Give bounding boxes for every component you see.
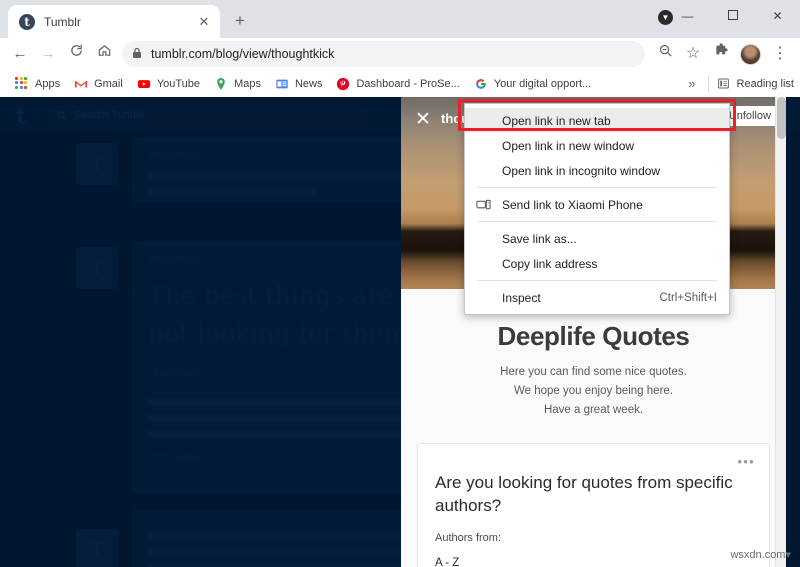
bookmark-news[interactable]: News: [268, 73, 330, 95]
reload-button[interactable]: [62, 40, 90, 68]
bookmark-label: Your digital opport...: [493, 77, 592, 90]
close-icon[interactable]: ✕: [196, 14, 212, 30]
menu-item-label: Open link in new window: [502, 138, 635, 153]
reload-icon: [70, 44, 82, 56]
gmail-icon: [74, 77, 88, 91]
blog-post-card: ••• Are you looking for quotes from spec…: [417, 442, 770, 567]
menu-separator: [477, 187, 717, 188]
post-link-a-z[interactable]: A - Z: [435, 557, 752, 567]
browser-window: t Tumblr ✕ + ▼ — ✕ ← → tumblr.com/blog/v…: [0, 0, 800, 567]
google-icon: [474, 77, 488, 91]
bookmark-gmail[interactable]: Gmail: [67, 73, 130, 95]
blog-description-line: Have a great week.: [543, 403, 644, 416]
pinterest-icon: [336, 77, 350, 91]
youtube-icon: [137, 77, 151, 91]
context-menu: Open link in new tab Open link in new wi…: [464, 103, 730, 315]
browser-menu-icon[interactable]: ⋮: [766, 40, 794, 68]
blog-description-line: Here you can find some nice quotes.: [500, 366, 687, 378]
bookmark-star-icon[interactable]: ☆: [679, 40, 707, 68]
minimize-button[interactable]: —: [665, 0, 710, 32]
back-button[interactable]: ←: [6, 40, 34, 68]
forward-button[interactable]: →: [34, 40, 62, 68]
context-menu-item-save-link-as[interactable]: Save link as...: [465, 226, 729, 251]
menu-item-accelerator: Ctrl+Shift+I: [659, 291, 717, 304]
tumblr-favicon: t: [19, 13, 35, 30]
bookmark-maps[interactable]: Maps: [207, 73, 268, 95]
lock-icon: [132, 47, 142, 62]
home-icon: [98, 45, 110, 56]
news-icon: [275, 77, 289, 91]
post-overflow-menu-icon[interactable]: •••: [737, 454, 755, 469]
bookmark-label: YouTube: [156, 77, 201, 90]
context-menu-item-open-link-new-tab[interactable]: Open link in new tab: [465, 108, 729, 133]
bookmark-label: Apps: [35, 77, 61, 90]
zoom-icon[interactable]: [651, 40, 679, 68]
profile-avatar[interactable]: [740, 43, 761, 65]
bookmarks-bar-right: » Reading list: [680, 75, 794, 92]
apps-grid-icon: [15, 76, 29, 91]
bookmark-label: Maps: [234, 77, 261, 90]
tab-title: Tumblr: [44, 14, 81, 29]
menu-separator: [477, 221, 717, 222]
divider: [707, 75, 709, 92]
page-scrollbar[interactable]: [775, 97, 786, 567]
bookmarks-bar: Apps Gmail YouTube Maps News Dashboard -…: [0, 70, 800, 98]
menu-item-label: Send link to Xiaomi Phone: [502, 197, 643, 212]
context-menu-item-inspect[interactable]: Inspect Ctrl+Shift+I: [465, 285, 729, 310]
menu-item-label: Open link in incognito window: [502, 163, 661, 178]
bookmark-label: News: [294, 77, 323, 90]
extensions-icon[interactable]: [707, 40, 735, 68]
menu-separator: [477, 280, 717, 281]
maximize-icon: [727, 10, 738, 20]
cast-device-icon: [476, 197, 491, 212]
bookmarks-overflow-icon[interactable]: »: [680, 76, 703, 91]
home-button[interactable]: [90, 40, 118, 68]
window-controls: — ✕: [665, 0, 800, 32]
bookmark-youtube[interactable]: YouTube: [130, 73, 207, 95]
bookmark-label: Dashboard - ProSe...: [356, 77, 460, 90]
reading-list-label[interactable]: Reading list: [737, 78, 794, 90]
bookmark-apps[interactable]: Apps: [8, 73, 67, 95]
toolbar-actions: ☆ ⋮: [651, 40, 794, 68]
close-window-button[interactable]: ✕: [755, 0, 800, 32]
context-menu-item-open-link-new-window[interactable]: Open link in new window: [465, 133, 729, 158]
menu-item-label: Save link as...: [502, 231, 577, 246]
address-bar[interactable]: tumblr.com/blog/view/thoughtkick: [122, 41, 645, 67]
new-tab-button[interactable]: +: [226, 7, 254, 35]
context-menu-item-copy-link-address[interactable]: Copy link address: [465, 251, 729, 276]
reading-list-icon: [717, 77, 731, 91]
url-text: tumblr.com/blog/view/thoughtkick: [151, 47, 335, 61]
bookmark-dashboard-prose[interactable]: Dashboard - ProSe...: [329, 73, 466, 95]
blog-description-line: We hope you enjoy being here.: [514, 384, 673, 397]
menu-item-label: Open link in new tab: [502, 113, 611, 128]
scrollbar-thumb[interactable]: [777, 97, 786, 139]
tab-tumblr[interactable]: t Tumblr ✕: [8, 5, 220, 38]
maps-icon: [214, 77, 228, 91]
context-menu-item-send-link-to-device[interactable]: Send link to Xiaomi Phone: [465, 192, 729, 217]
tab-strip: t Tumblr ✕ + ▼ — ✕: [0, 0, 800, 38]
blog-description: Here you can find some nice quotes. We h…: [401, 363, 786, 420]
menu-item-label: Inspect: [502, 290, 541, 305]
bookmark-label: Gmail: [94, 77, 123, 90]
close-icon[interactable]: ✕: [410, 107, 436, 133]
blog-title: Deeplife Quotes: [497, 321, 690, 351]
menu-item-label: Copy link address: [502, 256, 598, 271]
maximize-button[interactable]: [710, 0, 755, 32]
browser-toolbar: ← → tumblr.com/blog/view/thoughtkick ☆ ⋮: [0, 38, 800, 70]
post-authors-label: Authors from:: [435, 531, 502, 544]
bookmark-your-digital-opport[interactable]: Your digital opport...: [467, 73, 598, 95]
context-menu-item-open-link-incognito[interactable]: Open link in incognito window: [465, 158, 729, 183]
post-question: Are you looking for quotes from specific…: [435, 472, 733, 515]
watermark: wsxdn.com▾: [730, 549, 791, 561]
